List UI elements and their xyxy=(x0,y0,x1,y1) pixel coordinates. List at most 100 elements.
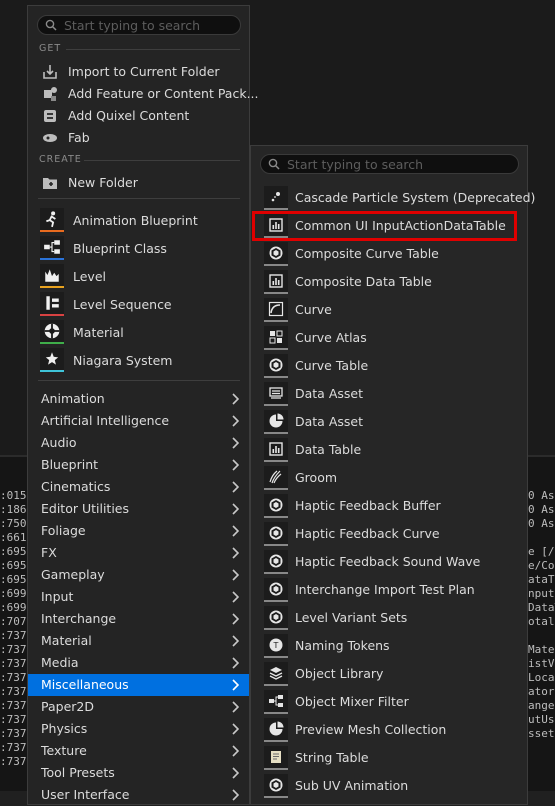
submenu-item[interactable]: Object Library xyxy=(251,660,527,688)
submenu-item-label: Data Asset xyxy=(295,386,363,401)
log-line-right: e [/C xyxy=(528,545,555,558)
submenu-item[interactable]: String Table xyxy=(251,744,527,772)
menu-item-label: Import to Current Folder xyxy=(68,64,220,79)
category-item[interactable]: Foliage xyxy=(28,520,249,542)
category-label: Interchange xyxy=(41,611,117,626)
curve-atlas-icon xyxy=(269,330,283,344)
log-line-left: :737 xyxy=(0,643,27,656)
asset-tile xyxy=(264,410,288,434)
submenu-item[interactable]: Data Asset xyxy=(251,380,527,408)
get-menu-item[interactable]: Add Feature or Content Pack... xyxy=(28,83,259,105)
category-item[interactable]: Physics xyxy=(28,718,249,740)
chevron-right-icon xyxy=(232,503,239,515)
asset-label: Animation Blueprint xyxy=(73,213,198,228)
submenu-item[interactable]: Curve Atlas xyxy=(251,324,527,352)
submenu-item-label: Haptic Feedback Sound Wave xyxy=(295,554,481,569)
submenu-item[interactable]: Haptic Feedback Sound Wave xyxy=(251,548,527,576)
submenu-item-label: Level Variant Sets xyxy=(295,610,408,625)
asset-tile xyxy=(264,326,288,350)
new-folder-icon xyxy=(43,178,57,189)
get-menu-item[interactable]: Fab xyxy=(28,127,251,149)
add-asset-context-menu: Start typing to search GET Import to Cur… xyxy=(27,5,259,806)
asset-tile xyxy=(264,382,288,406)
category-item[interactable]: Editor Utilities xyxy=(28,498,249,520)
submenu-item[interactable]: Interchange Import Test Plan xyxy=(251,576,527,604)
curve-icon xyxy=(268,301,284,317)
log-line-left: :737 xyxy=(0,699,27,712)
cube-icon xyxy=(269,610,283,624)
submenu-item[interactable]: Sub UV Animation xyxy=(251,772,527,800)
submenu-item[interactable]: Object Mixer Filter xyxy=(251,688,527,716)
miscellaneous-submenu: Start typing to search Cascade Particle … xyxy=(250,145,535,805)
log-line-left: :737 xyxy=(0,727,27,740)
submenu-search-box[interactable]: Start typing to search xyxy=(260,154,519,174)
submenu-item[interactable]: Data Table xyxy=(251,436,527,464)
asset-label: Level Sequence xyxy=(73,297,172,312)
category-item[interactable]: Miscellaneous xyxy=(28,674,249,696)
category-item[interactable]: User Interface xyxy=(28,784,249,806)
submenu-item[interactable]: Level Variant Sets xyxy=(251,604,527,632)
log-line-right: angel xyxy=(528,699,555,712)
get-menu-item[interactable]: Add Quixel Content xyxy=(28,105,251,127)
category-item[interactable]: Gameplay xyxy=(28,564,249,586)
submenu-item[interactable]: Data Asset xyxy=(251,408,527,436)
asset-tile xyxy=(264,466,288,490)
submenu-item[interactable]: Groom xyxy=(251,464,527,492)
submenu-item-label: Cascade Particle System (Deprecated) xyxy=(295,190,536,205)
get-menu-item[interactable]: Import to Current Folder xyxy=(28,61,251,83)
chevron-right-icon xyxy=(232,459,239,471)
category-item[interactable]: Animation xyxy=(28,388,249,410)
search-box[interactable]: Start typing to search xyxy=(37,15,241,35)
submenu-item[interactable]: Haptic Feedback Curve xyxy=(251,520,527,548)
chevron-right-icon xyxy=(232,635,239,647)
category-item[interactable]: Media xyxy=(28,652,249,674)
asset-tile xyxy=(264,690,288,714)
data-table-icon xyxy=(269,274,283,288)
create-asset-item[interactable]: Niagara System xyxy=(28,347,251,375)
chevron-right-icon xyxy=(232,569,239,581)
submenu-item-label: Composite Curve Table xyxy=(295,246,439,261)
create-asset-item[interactable]: Material xyxy=(28,319,251,347)
category-item[interactable]: Cinematics xyxy=(28,476,249,498)
category-item[interactable]: Input xyxy=(28,586,249,608)
category-item[interactable]: Interchange xyxy=(28,608,249,630)
submenu-item-label: String Table xyxy=(295,750,369,765)
log-line-left: :750 xyxy=(0,517,27,530)
submenu-item-label: Object Mixer Filter xyxy=(295,694,409,709)
search-icon xyxy=(268,158,280,170)
category-item[interactable]: Material xyxy=(28,630,249,652)
level-sequence-icon xyxy=(46,296,59,310)
category-item[interactable]: Paper2D xyxy=(28,696,249,718)
category-item[interactable]: Artificial Intelligence xyxy=(28,410,249,432)
category-label: Audio xyxy=(41,435,77,450)
create-asset-item[interactable]: Blueprint Class xyxy=(28,235,251,263)
submenu-item[interactable]: Curve xyxy=(251,296,527,324)
submenu-item[interactable]: Composite Curve Table xyxy=(251,240,527,268)
create-asset-item[interactable]: Animation Blueprint xyxy=(28,207,251,235)
submenu-item[interactable]: Curve Table xyxy=(251,352,527,380)
string-table-icon xyxy=(271,751,281,763)
submenu-item[interactable]: Composite Data Table xyxy=(251,268,527,296)
create-asset-item[interactable]: Level xyxy=(28,263,251,291)
create-asset-item[interactable]: Level Sequence xyxy=(28,291,251,319)
category-item[interactable]: Texture xyxy=(28,740,249,762)
submenu-item[interactable]: Haptic Feedback Buffer xyxy=(251,492,527,520)
category-item[interactable]: Tool Presets xyxy=(28,762,249,784)
asset-tile xyxy=(40,208,64,232)
haptic-icon xyxy=(269,526,283,540)
submenu-item[interactable]: Cascade Particle System (Deprecated) xyxy=(251,184,535,212)
pie-icon xyxy=(269,721,284,736)
category-item[interactable]: FX xyxy=(28,542,249,564)
category-item[interactable]: Audio xyxy=(28,432,249,454)
new-folder-item[interactable]: New Folder xyxy=(28,172,251,194)
quixel-icon xyxy=(44,110,56,122)
chevron-right-icon xyxy=(232,723,239,735)
curve-table-icon xyxy=(269,358,283,372)
submenu-item[interactable]: T Naming Tokens xyxy=(251,632,527,660)
log-line-left: :015 xyxy=(0,489,27,502)
asset-tile xyxy=(264,186,288,210)
submenu-item[interactable]: Preview Mesh Collection xyxy=(251,716,527,744)
particle-icon xyxy=(271,192,280,202)
material-icon xyxy=(44,323,60,339)
category-item[interactable]: Blueprint xyxy=(28,454,249,476)
